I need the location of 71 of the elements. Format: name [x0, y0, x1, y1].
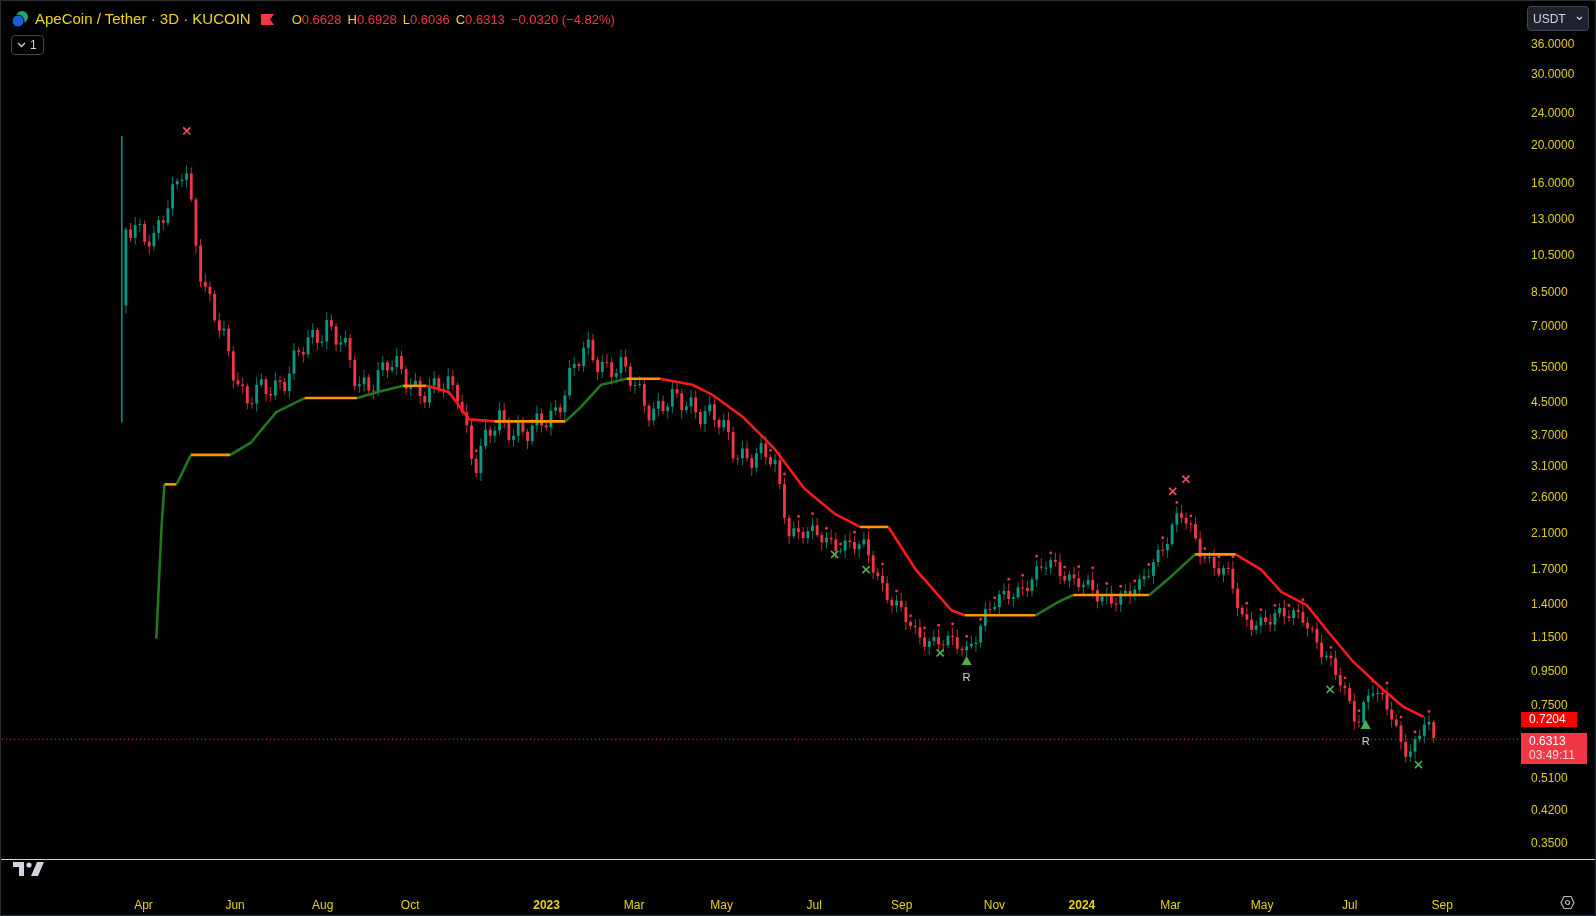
flag-icon — [260, 13, 274, 25]
time-axis-label: Nov — [983, 897, 1006, 914]
currency-button[interactable]: USDT — [1527, 6, 1589, 31]
signal-label: R — [962, 671, 971, 684]
price-axis-label: 13.0000 — [1531, 211, 1575, 226]
price-axis-label: 16.0000 — [1531, 176, 1575, 191]
bar-countdown: 03:49:11 — [1529, 748, 1576, 762]
collapse-button[interactable]: 1 — [11, 34, 44, 55]
price-axis-label: 7.0000 — [1531, 318, 1568, 333]
price-axis-label: 36.0000 — [1531, 36, 1575, 51]
price-axis-label: 3.1000 — [1531, 459, 1568, 474]
cross-marker-icon — [830, 550, 839, 559]
cross-marker-icon — [1414, 760, 1423, 769]
cross-marker-icon — [1181, 474, 1191, 484]
settings-icon[interactable] — [1560, 895, 1575, 910]
symbol-title: ApeCoin / Tether · 3D · KUCOIN — [35, 9, 251, 29]
price-axis-label: 1.4000 — [1531, 596, 1568, 611]
signal-label: R — [1361, 735, 1370, 748]
ohlc-value: 0.6313 — [465, 10, 505, 29]
price-axis-label: 8.5000 — [1531, 285, 1568, 300]
time-axis-label: May — [1250, 897, 1274, 914]
ohlc-label: O — [291, 10, 302, 29]
price-axis-label: 2.6000 — [1531, 489, 1568, 504]
price-axis-label: 5.5000 — [1531, 360, 1568, 375]
indicator-price-tag: 0.7204 — [1521, 712, 1577, 727]
time-axis-label: Sep — [1431, 897, 1453, 914]
price-change: −0.0320 (−4.82%) — [510, 10, 615, 29]
cross-marker-icon — [1168, 487, 1178, 496]
price-axis-label: 0.5100 — [1531, 770, 1568, 785]
chevron-down-icon — [17, 41, 26, 48]
tradingview-logo-icon — [13, 862, 44, 876]
time-axis-label: Mar — [1160, 897, 1181, 914]
price-axis-label: 3.7000 — [1531, 427, 1568, 442]
price-axis-label: 0.4200 — [1531, 803, 1568, 818]
price-axis-label: 24.0000 — [1531, 105, 1575, 120]
price-axis-label: 0.7500 — [1531, 698, 1568, 713]
price-axis-label: 30.0000 — [1531, 67, 1575, 82]
time-axis-label: 2023 — [533, 897, 560, 914]
time-axis-label: Apr — [134, 897, 153, 914]
time-axis-label: Oct — [400, 897, 420, 914]
price-axis-label: 0.9500 — [1531, 663, 1568, 678]
time-axis-label: Jul — [806, 897, 822, 914]
ohlc-label: H — [347, 10, 357, 29]
cross-marker-icon — [861, 565, 871, 574]
price-axis-label: 4.5000 — [1531, 395, 1568, 410]
price-axis-label: 1.1500 — [1531, 630, 1568, 645]
price-axis-label: 10.5000 — [1531, 248, 1575, 263]
cross-marker-icon — [182, 126, 192, 136]
cross-marker-icon — [1325, 685, 1335, 694]
ohlc-label: L — [402, 10, 410, 29]
triangle-marker-icon — [961, 655, 972, 666]
ohlc-value: 0.6628 — [301, 10, 342, 29]
chevron-down-icon — [1576, 16, 1583, 21]
triangle-marker-icon — [1360, 719, 1371, 730]
cross-marker-icon — [935, 648, 945, 658]
time-axis-label: Jun — [225, 897, 245, 914]
time-axis-label: May — [710, 897, 733, 914]
ohlc-label: C — [455, 10, 466, 29]
coin-pair-icon — [11, 10, 29, 29]
time-axis-label: Sep — [891, 897, 913, 914]
price-axis-label: 20.0000 — [1531, 137, 1575, 152]
price-axis-label: 2.1000 — [1531, 526, 1568, 541]
price-axis-label: 1.7000 — [1531, 561, 1568, 576]
price-axis-label: 0.3500 — [1531, 835, 1568, 850]
time-axis-label: 2024 — [1068, 897, 1096, 914]
time-axis-label: Jul — [1342, 897, 1358, 914]
ohlc-value: 0.6928 — [356, 10, 397, 29]
time-axis-label: Aug — [311, 897, 334, 914]
ohlc-value: 0.6036 — [409, 10, 450, 29]
time-axis-label: Mar — [623, 897, 645, 914]
last-price-value: 0.6313 — [1529, 734, 1567, 748]
